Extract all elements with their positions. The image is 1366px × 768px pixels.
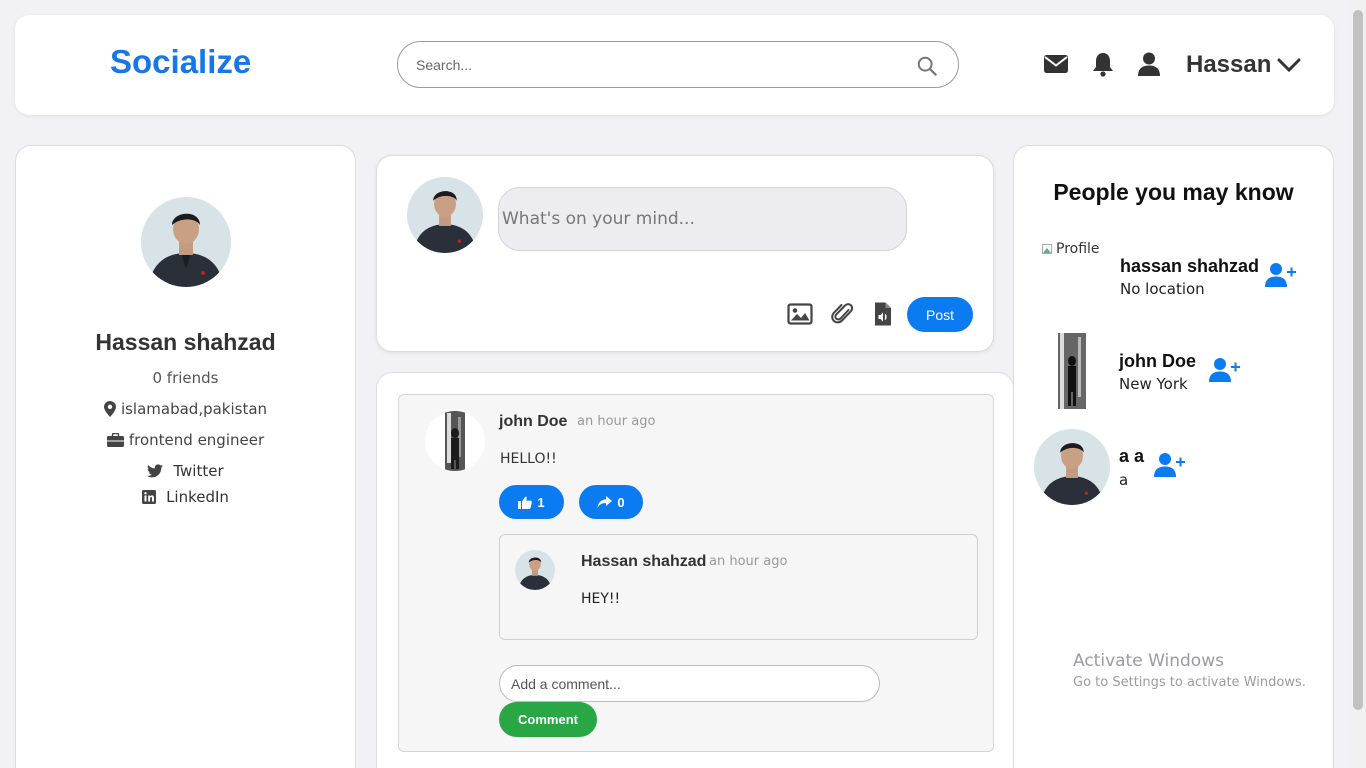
profile-name: Hassan shahzad (95, 329, 276, 355)
share-icon (597, 496, 613, 508)
suggestion-name[interactable]: a a (1119, 446, 1144, 467)
composer-avatar (407, 177, 483, 253)
add-friend-icon[interactable] (1265, 262, 1297, 288)
linkedin-icon (142, 490, 157, 504)
add-friend-icon[interactable] (1209, 357, 1241, 383)
image-icon[interactable] (787, 301, 813, 327)
suggestion-location: No location (1120, 280, 1205, 298)
profile-card: Hassan shahzad 0 friends islamabad,pakis… (15, 145, 356, 768)
post-composer: Post (376, 155, 994, 352)
top-navbar: Socialize Hassan (15, 15, 1334, 115)
post-button[interactable]: Post (907, 297, 973, 332)
add-friend-icon[interactable] (1154, 452, 1186, 478)
comment-author[interactable]: Hassan shahzad (581, 553, 706, 571)
comment-input[interactable] (499, 665, 880, 702)
comment-time: an hour ago (709, 554, 788, 569)
suggestion-avatar-broken: Profile (1042, 241, 1100, 257)
envelope-icon[interactable] (1042, 50, 1070, 78)
search-bar (397, 41, 959, 88)
app-logo[interactable]: Socialize (110, 43, 251, 81)
comment-button[interactable]: Comment (499, 702, 597, 737)
suggestion-name[interactable]: hassan shahzad (1120, 256, 1259, 277)
user-icon[interactable] (1135, 50, 1163, 78)
linkedin-link[interactable]: LinkedIn (16, 488, 355, 506)
post-input[interactable] (498, 187, 907, 251)
linkedin-label: LinkedIn (166, 488, 229, 506)
profile-avatar (141, 197, 231, 287)
watermark-subtitle: Go to Settings to activate Windows. (1073, 675, 1306, 690)
windows-activation-watermark: Activate Windows Go to Settings to activ… (1073, 651, 1306, 690)
post-author-avatar[interactable] (425, 411, 485, 471)
search-input[interactable] (416, 54, 896, 76)
chevron-down-icon (1277, 58, 1301, 73)
post-item: john Doe an hour ago HELLO!! 1 0 Hassan … (398, 394, 994, 752)
twitter-label: Twitter (173, 462, 224, 480)
suggestion-avatar[interactable] (1034, 429, 1110, 505)
comment-author-avatar[interactable] (515, 550, 555, 590)
thumbs-up-icon (518, 496, 533, 509)
user-name: Hassan (1186, 51, 1272, 78)
share-button[interactable]: 0 (579, 485, 643, 519)
job-text: frontend engineer (128, 431, 265, 449)
post-time: an hour ago (577, 414, 656, 429)
twitter-link[interactable]: Twitter (16, 462, 355, 480)
location-text: islamabad,pakistan (120, 400, 268, 418)
friends-count[interactable]: 0 friends (16, 369, 355, 387)
comment-item: Hassan shahzad an hour ago HEY!! (499, 534, 978, 640)
bell-icon[interactable] (1089, 50, 1117, 78)
share-count: 0 (617, 494, 625, 510)
user-menu[interactable]: Hassan (1186, 51, 1301, 79)
broken-image-alt: Profile (1056, 241, 1100, 257)
broken-image-icon (1042, 244, 1052, 254)
like-button[interactable]: 1 (499, 485, 564, 519)
paperclip-icon[interactable] (830, 301, 856, 327)
search-icon[interactable] (916, 55, 938, 77)
post-text: HELLO!! (500, 451, 557, 467)
twitter-icon (147, 464, 164, 478)
profile-location: islamabad,pakistan (16, 400, 355, 418)
suggestion-name[interactable]: john Doe (1119, 351, 1196, 372)
suggestion-location: New York (1119, 375, 1188, 393)
audio-file-icon[interactable] (870, 301, 896, 327)
page-scrollbar[interactable] (1350, 0, 1366, 768)
comment-text: HEY!! (581, 591, 621, 607)
suggestion-avatar[interactable] (1058, 333, 1086, 409)
like-count: 1 (537, 494, 545, 510)
map-marker-icon (103, 401, 116, 417)
scrollbar-thumb[interactable] (1353, 10, 1363, 710)
profile-job: frontend engineer (16, 431, 355, 449)
post-author[interactable]: john Doe (499, 413, 567, 431)
briefcase-icon (106, 433, 124, 447)
suggestions-title: People you may know (1053, 179, 1294, 205)
watermark-title: Activate Windows (1073, 651, 1224, 671)
suggestion-location: a (1119, 471, 1129, 489)
feed-card: john Doe an hour ago HELLO!! 1 0 Hassan … (376, 372, 1014, 768)
